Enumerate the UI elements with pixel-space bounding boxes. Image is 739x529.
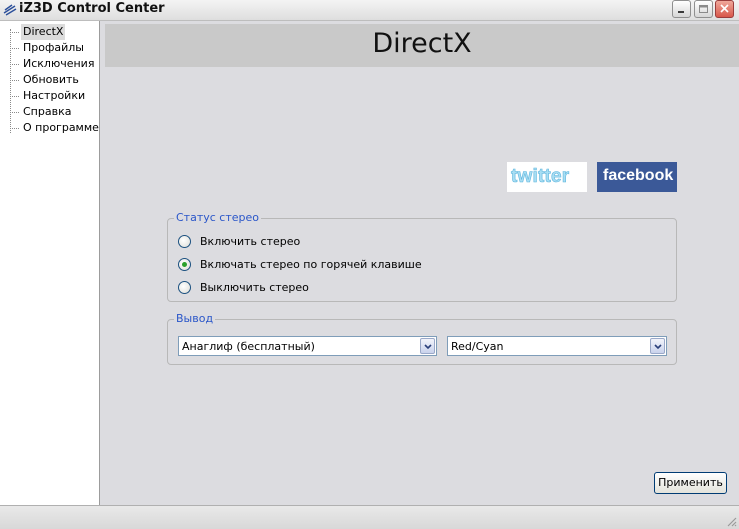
- navigation-tree: DirectX Профайлы Исключения Обновить Нас…: [0, 21, 100, 505]
- tree-branch: [10, 64, 19, 65]
- maximize-icon: [699, 5, 708, 13]
- output-mode-value: Анаглиф (бесплатный): [182, 340, 315, 353]
- twitter-link[interactable]: twitter: [507, 162, 587, 192]
- radio-label: Включить стерео: [200, 235, 301, 248]
- sidebar-item-label: Настройки: [23, 89, 86, 102]
- minimize-icon: [678, 11, 684, 13]
- main-panel: DirectX twitter facebook Статус стерео В…: [100, 21, 739, 505]
- sidebar-item-label: Справка: [23, 105, 72, 118]
- radio-button[interactable]: [178, 258, 191, 271]
- chevron-down-icon: [424, 344, 432, 350]
- output-group: Вывод Анаглиф (бесплатный) Red/Cyan: [167, 312, 677, 365]
- facebook-link[interactable]: facebook: [597, 162, 677, 192]
- dropdown-button[interactable]: [420, 338, 435, 354]
- iz3d-app-icon: [3, 4, 17, 16]
- tree-branch: [10, 128, 19, 129]
- twitter-logo-text: twitter: [511, 166, 570, 188]
- tree-branch: [10, 112, 19, 113]
- maximize-button[interactable]: [694, 0, 713, 18]
- group-legend: Статус стерео: [174, 211, 261, 224]
- close-button[interactable]: [715, 0, 734, 18]
- tree-branch: [10, 80, 19, 81]
- sidebar-item-label: О программе: [23, 121, 99, 134]
- tree-branch: [10, 96, 19, 97]
- sidebar-item-label: Обновить: [23, 73, 79, 86]
- apply-button[interactable]: Применить: [654, 472, 727, 494]
- page-title: DirectX: [372, 28, 472, 59]
- sidebar-item-label: Исключения: [23, 57, 95, 70]
- color-mode-select[interactable]: Red/Cyan: [447, 336, 667, 356]
- color-mode-value: Red/Cyan: [451, 340, 504, 353]
- sidebar-item-label: DirectX: [21, 24, 66, 40]
- radio-label: Включать стерео по горячей клавише: [200, 258, 422, 271]
- resize-grip-icon[interactable]: [725, 515, 737, 527]
- sidebar-item-label: Профайлы: [23, 41, 84, 54]
- minimize-button[interactable]: [672, 0, 691, 18]
- window-title: iZ3D Control Center: [19, 1, 165, 16]
- radio-button[interactable]: [178, 235, 191, 248]
- close-icon: [720, 4, 729, 13]
- tree-branch: [10, 48, 19, 49]
- dropdown-button[interactable]: [650, 338, 665, 354]
- tree-line: [10, 29, 11, 133]
- title-bar: iZ3D Control Center: [0, 0, 739, 21]
- stereo-status-group: Статус стерео Включить стерео Включать с…: [167, 211, 677, 302]
- page-header: DirectX: [105, 24, 739, 67]
- radio-checked-dot: [182, 262, 187, 267]
- chevron-down-icon: [654, 344, 662, 350]
- facebook-logo-text: facebook: [603, 167, 674, 184]
- status-bar: [0, 505, 739, 529]
- radio-label: Выключить стерео: [200, 281, 309, 294]
- output-mode-select[interactable]: Анаглиф (бесплатный): [178, 336, 437, 356]
- tree-branch: [10, 32, 19, 33]
- group-legend: Вывод: [174, 312, 216, 325]
- radio-button[interactable]: [178, 281, 191, 294]
